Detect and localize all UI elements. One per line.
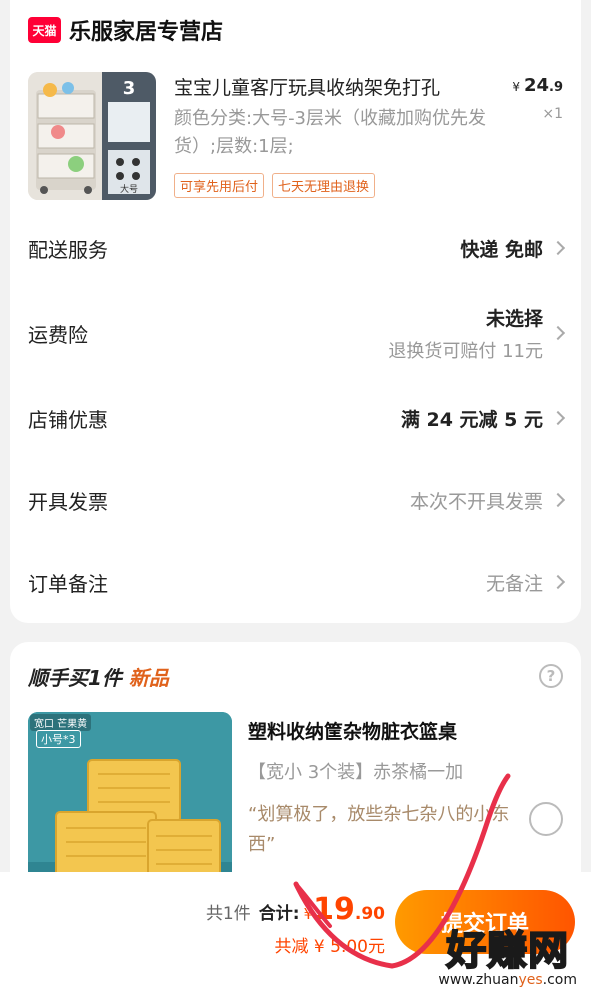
recommend-card: 顺手买1件 新品 ? 宽口 芒果黄 小号*3 塑料收纳筐杂物脏衣篮桌 【宽小 3… [10,642,581,902]
invoice-value: 本次不开具发票 [409,490,543,513]
svg-text:3: 3 [123,78,136,99]
bottom-bar: 共1件 合计: ¥ 19 .90 共减 ¥ 5.00元 提交订单 [0,872,591,1000]
delivery-label: 配送服务 [28,237,108,262]
order-total: 共1件 合计: ¥ 19 .90 [205,892,385,927]
recommend-title[interactable]: 塑料收纳筐杂物脏衣篮桌 [248,717,457,744]
chevron-right-icon [550,574,566,590]
total-amount: 19 [313,892,355,927]
chevron-right-icon [550,325,566,341]
insurance-sub: 退换货可赔付 11元 [388,340,543,362]
delivery-value: 快递 免邮 [460,238,543,261]
recommend-spec[interactable]: 【宽小 3个装】赤茶橘一加 [248,758,463,784]
storage-rack-icon: 3 大号 [28,72,156,200]
recommend-heading: 顺手买1件 新品 [28,666,169,690]
tag-pay-later: 可享先用后付 [174,173,265,198]
insurance-value: 未选择 [485,307,543,330]
chevron-right-icon [550,410,566,426]
row-coupon[interactable]: 店铺优惠 满 24 元减 5 元 [28,398,566,438]
item-count: 共1件 [205,904,251,924]
invoice-label: 开具发票 [28,489,108,514]
recommend-image-badge: 小号*3 [36,730,81,748]
row-delivery[interactable]: 配送服务 快递 免邮 [28,228,566,268]
order-card: 天猫 乐服家居专营店 3 大号 宝宝儿童客厅玩具收纳架免打孔 颜色分类:大号-3… [10,0,581,623]
row-invoice[interactable]: 开具发票 本次不开具发票 [28,480,566,520]
discount-total: 共减 ¥ 5.00元 [274,937,385,957]
note-label: 订单备注 [28,571,108,596]
row-note[interactable]: 订单备注 无备注 [28,562,566,602]
chevron-right-icon [550,240,566,256]
product-price: ¥24.9 [512,75,563,96]
help-icon[interactable]: ? [539,664,563,688]
tmall-badge: 天猫 [28,17,61,43]
recommend-image-badge-top: 宽口 芒果黄 [30,714,92,731]
product-sku[interactable]: 颜色分类:大号-3层米（收藏加购优先发货）;层数:1层; [174,105,504,161]
row-insurance[interactable]: 运费险 未选择 退换货可赔付 11元 [28,303,566,363]
shop-header[interactable]: 天猫 乐服家居专营店 [28,14,223,46]
recommend-quote: “划算极了，放些杂七杂八的小东西” [248,804,510,855]
chevron-right-icon [550,492,566,508]
product-title[interactable]: 宝宝儿童客厅玩具收纳架免打孔 [174,73,504,100]
insurance-label: 运费险 [28,322,88,347]
note-value: 无备注 [485,572,543,595]
tag-seven-day-return: 七天无理由退换 [272,173,376,198]
product-quantity: ×1 [542,106,563,122]
recommend-select-radio[interactable] [529,802,563,836]
product-tags: 可享先用后付 七天无理由退换 [174,173,376,198]
coupon-label: 店铺优惠 [28,407,108,432]
shop-name[interactable]: 乐服家居专营店 [69,14,223,46]
submit-order-button[interactable]: 提交订单 [395,890,575,954]
coupon-value: 满 24 元减 5 元 [400,408,543,431]
svg-text:大号: 大号 [120,183,138,195]
product-image[interactable]: 3 大号 [28,72,156,200]
total-label: 合计: [258,904,300,924]
